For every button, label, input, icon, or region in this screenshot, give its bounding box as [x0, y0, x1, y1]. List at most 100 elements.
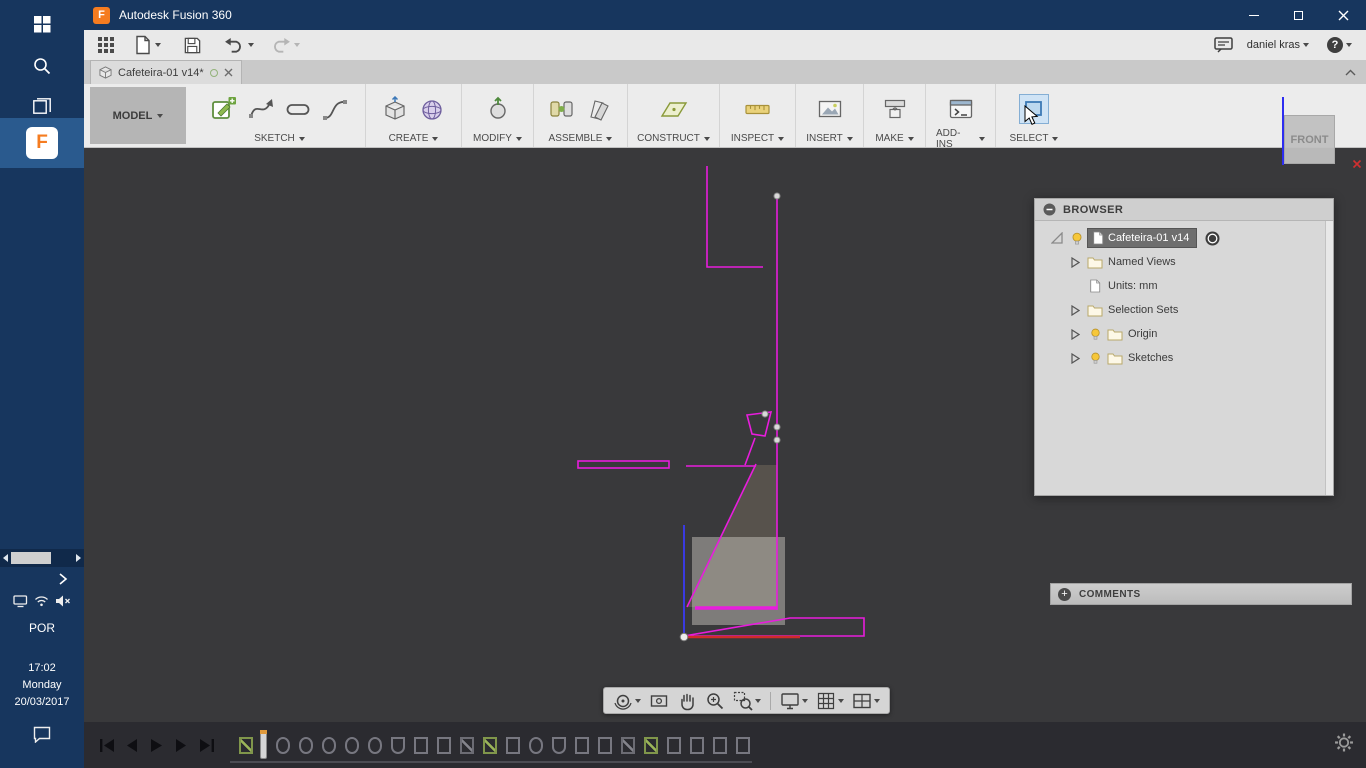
workspace-selector[interactable]: MODEL: [90, 87, 186, 144]
visibility-bulb-icon[interactable]: [1085, 327, 1105, 341]
redo-button[interactable]: [270, 37, 300, 54]
step-back-button[interactable]: [119, 731, 144, 759]
browser-row-origin[interactable]: Origin: [1035, 322, 1333, 346]
spline-tool-button[interactable]: [321, 95, 349, 123]
viewcube-front-face[interactable]: FRONT: [1284, 115, 1335, 164]
insert-image-button[interactable]: [816, 95, 844, 123]
expand-arrow-icon[interactable]: [1065, 304, 1085, 316]
scroll-right-arrow-icon[interactable]: [76, 554, 81, 562]
user-account-menu[interactable]: daniel kras: [1247, 39, 1309, 51]
zoom-window-button[interactable]: [729, 689, 765, 713]
timeline-item-revolve[interactable]: [299, 736, 313, 754]
tab-close-icon[interactable]: [224, 68, 233, 77]
undo-button[interactable]: [224, 37, 254, 54]
origin-point[interactable]: [679, 632, 689, 642]
press-pull-button[interactable]: [484, 95, 512, 123]
taskbar-search-button[interactable]: [0, 48, 84, 84]
slot-tool-button[interactable]: [284, 95, 312, 123]
make-3d-print-button[interactable]: [881, 95, 909, 123]
viewcube[interactable]: FRONT: [1270, 95, 1366, 177]
action-center-button[interactable]: [0, 726, 84, 743]
timeline-item-sketch[interactable]: [239, 736, 253, 754]
display-settings-button[interactable]: [776, 689, 812, 713]
timeline-item-pencil[interactable]: [621, 736, 635, 754]
new-component-button[interactable]: [548, 95, 576, 123]
timeline-item-extrude[interactable]: [598, 736, 612, 754]
browser-row-selection-sets[interactable]: Selection Sets: [1035, 298, 1333, 322]
timeline-scrollbar[interactable]: [230, 761, 752, 763]
scripts-addins-button[interactable]: [947, 95, 975, 123]
collapse-ribbon-chevron[interactable]: [1345, 60, 1356, 84]
timeline-item-revolve[interactable]: [345, 736, 359, 754]
volume-muted-icon[interactable]: [55, 594, 71, 608]
app-grid-button[interactable]: [98, 37, 114, 53]
display-icon[interactable]: [13, 594, 28, 608]
measure-button[interactable]: [743, 95, 772, 123]
sketch-group-menu[interactable]: SKETCH: [204, 130, 355, 147]
help-menu[interactable]: ?: [1327, 37, 1352, 53]
collapse-browser-icon[interactable]: [1043, 203, 1056, 216]
go-to-end-button[interactable]: [194, 731, 219, 759]
wifi-icon[interactable]: [34, 594, 49, 608]
browser-header[interactable]: BROWSER: [1035, 199, 1333, 221]
timeline-item-revolve[interactable]: [368, 736, 382, 754]
select-tool-button[interactable]: [1019, 93, 1049, 124]
comments-bar[interactable]: + COMMENTS: [1050, 583, 1352, 605]
hidden-icons-chevron[interactable]: [50, 570, 76, 588]
step-forward-button[interactable]: [169, 731, 194, 759]
zoom-button[interactable]: [701, 689, 729, 713]
timeline-item-cup[interactable]: [391, 736, 405, 754]
maximize-button[interactable]: [1276, 0, 1321, 30]
viewports-button[interactable]: [848, 689, 884, 713]
timeline-item-extrude[interactable]: [414, 736, 428, 754]
timeline-item-sketch[interactable]: [483, 736, 497, 754]
minimize-button[interactable]: [1231, 0, 1276, 30]
language-indicator[interactable]: POR: [0, 621, 84, 635]
create-group-menu[interactable]: CREATE: [376, 130, 451, 147]
pan-button[interactable]: [673, 689, 701, 713]
browser-scrollbar[interactable]: [1325, 221, 1333, 495]
timeline-item-extrude[interactable]: [713, 736, 727, 754]
select-group-menu[interactable]: SELECT: [1006, 130, 1062, 147]
timeline-item-pencil[interactable]: [460, 736, 474, 754]
timeline-item-extrude[interactable]: [506, 736, 520, 754]
browser-root-row[interactable]: Cafeteira-01 v14: [1035, 226, 1333, 250]
timeline-item-extrude[interactable]: [575, 736, 589, 754]
model-viewport[interactable]: BROWSER Cafeteira-01 v14 Named Views Uni…: [84, 148, 1366, 722]
fusion360-taskbar-icon[interactable]: F: [0, 118, 84, 168]
grid-settings-button[interactable]: [812, 689, 848, 713]
timeline-item-extrude[interactable]: [667, 736, 681, 754]
insert-group-menu[interactable]: INSERT: [806, 130, 853, 147]
orbit-button[interactable]: [609, 689, 645, 713]
create-sketch-button[interactable]: [210, 95, 238, 123]
notifications-icon[interactable]: [1214, 37, 1233, 53]
expand-arrow-icon[interactable]: [1065, 328, 1085, 340]
scroll-left-arrow-icon[interactable]: [3, 554, 8, 562]
taskbar-clock[interactable]: 17:02 Monday 20/03/2017: [0, 660, 84, 711]
motion-study-button[interactable]: [585, 95, 613, 123]
modify-group-menu[interactable]: MODIFY: [472, 130, 523, 147]
assemble-group-menu[interactable]: ASSEMBLE: [544, 130, 617, 147]
document-tab[interactable]: Cafeteira-01 v14*: [90, 60, 242, 84]
timeline-item-extrude[interactable]: [690, 736, 704, 754]
inspect-group-menu[interactable]: INSPECT: [730, 130, 785, 147]
scroll-thumb[interactable]: [11, 552, 51, 564]
root-visibility-bulb-icon[interactable]: [1067, 231, 1087, 246]
timeline-item-revolve[interactable]: [322, 736, 336, 754]
save-button[interactable]: [183, 36, 202, 55]
timeline-item-cup[interactable]: [552, 736, 566, 754]
timeline-item-extrude[interactable]: [736, 736, 750, 754]
timeline-position-marker[interactable]: [260, 729, 267, 759]
play-button[interactable]: [144, 731, 169, 759]
addins-group-menu[interactable]: ADD-INS: [936, 128, 985, 150]
timeline-settings-button[interactable]: [1333, 732, 1355, 759]
browser-row-units[interactable]: Units: mm: [1035, 274, 1333, 298]
root-component-chip[interactable]: Cafeteira-01 v14: [1087, 228, 1198, 248]
construction-plane-button[interactable]: [659, 95, 689, 123]
look-at-button[interactable]: [645, 689, 673, 713]
start-button[interactable]: [0, 6, 84, 42]
browser-row-sketches[interactable]: Sketches: [1035, 346, 1333, 370]
add-comment-icon[interactable]: +: [1058, 587, 1071, 601]
timeline-item-sketch[interactable]: [644, 736, 658, 754]
file-menu-button[interactable]: [134, 35, 161, 55]
